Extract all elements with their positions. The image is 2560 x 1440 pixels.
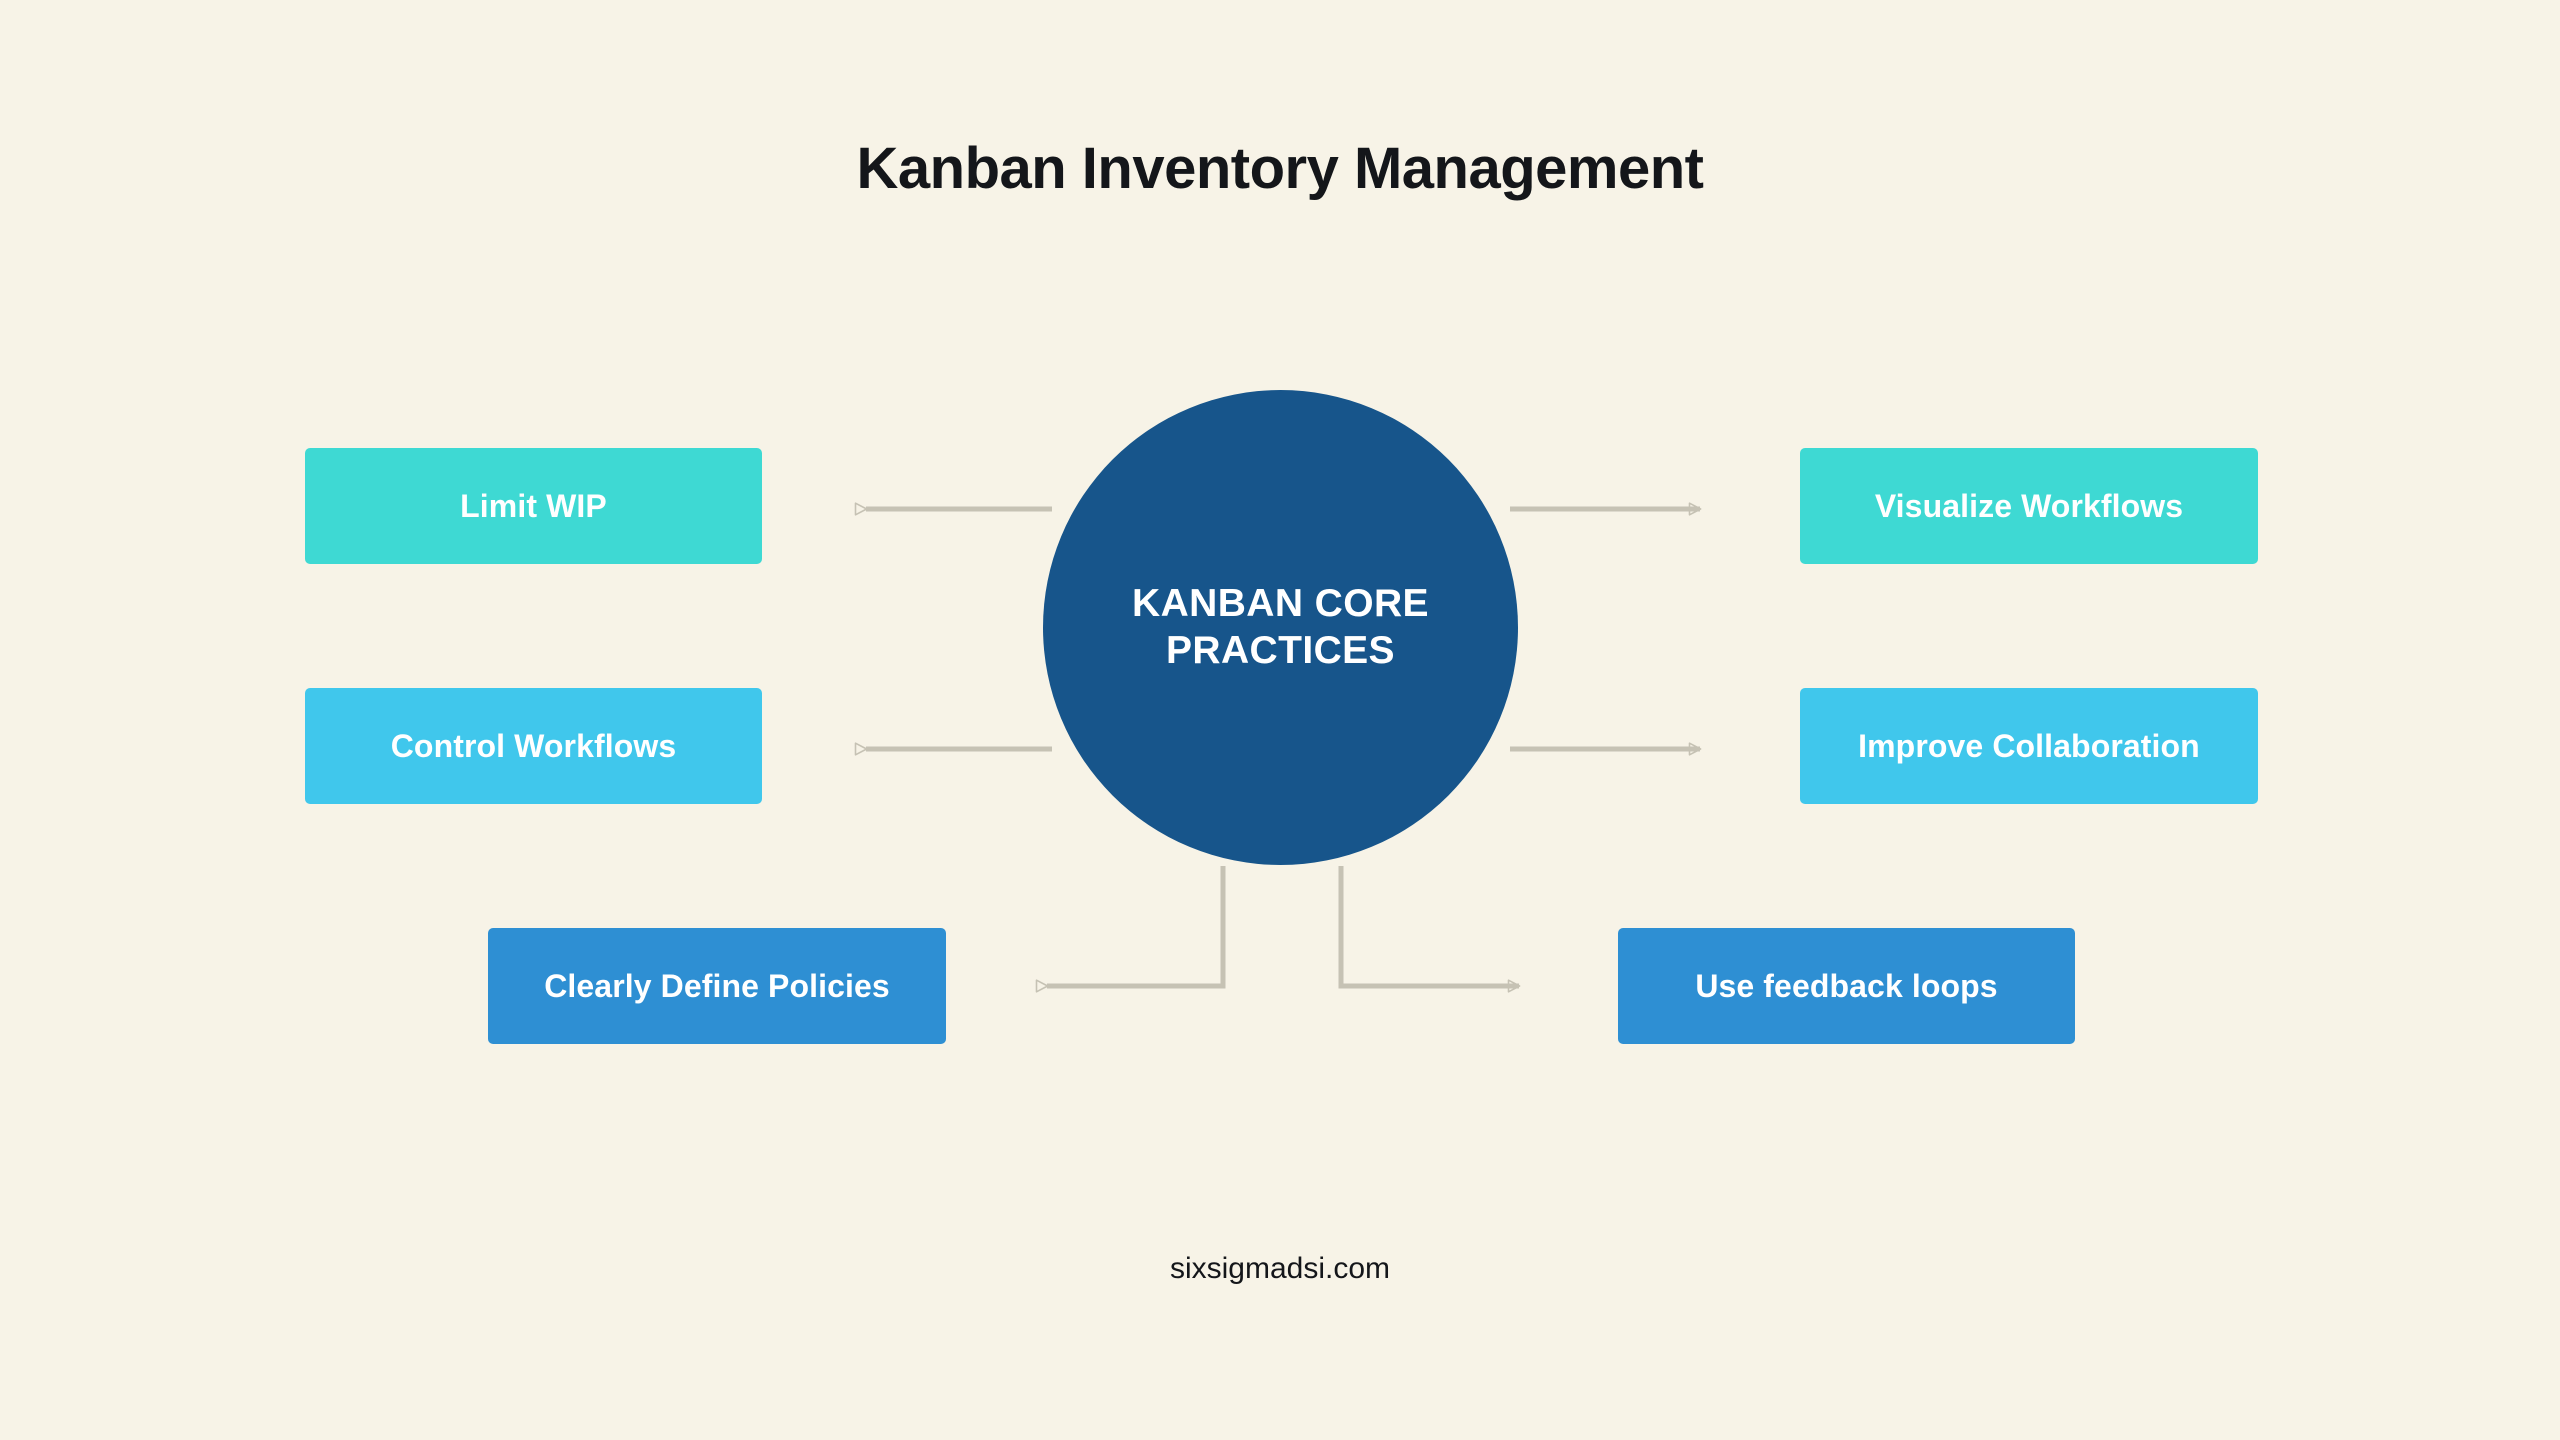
practice-box-visualize-workflows[interactable]: Visualize Workflows: [1800, 448, 2258, 564]
practice-box-limit-wip-label: Limit WIP: [460, 487, 607, 524]
practice-box-use-feedback-loops-label: Use feedback loops: [1695, 967, 1998, 1004]
page-title: Kanban Inventory Management: [856, 136, 1704, 201]
practice-box-improve-collaboration[interactable]: Improve Collaboration: [1800, 688, 2258, 804]
connector-define-policies: [1035, 866, 1226, 993]
central-hub[interactable]: KANBAN CORE PRACTICES: [1043, 390, 1518, 865]
practice-box-clearly-define-policies[interactable]: Clearly Define Policies: [488, 928, 946, 1044]
practice-box-clearly-define-policies-label: Clearly Define Policies: [544, 967, 890, 1004]
practice-box-control-workflows[interactable]: Control Workflows: [305, 688, 762, 804]
central-hub-label: KANBAN CORE PRACTICES: [1132, 582, 1429, 672]
practice-box-limit-wip[interactable]: Limit WIP: [305, 448, 762, 564]
practice-box-improve-collaboration-label: Improve Collaboration: [1858, 727, 2200, 764]
practice-box-use-feedback-loops[interactable]: Use feedback loops: [1618, 928, 2075, 1044]
practice-box-visualize-workflows-label: Visualize Workflows: [1874, 487, 2184, 524]
diagram-canvas: Kanban Inventory Management KANBAN CORE …: [0, 0, 2560, 1440]
footer-url: sixsigmadsi.com: [1169, 1252, 1391, 1285]
connector-feedback-loops: [1338, 866, 1521, 993]
practice-box-control-workflows-label: Control Workflows: [390, 727, 677, 764]
